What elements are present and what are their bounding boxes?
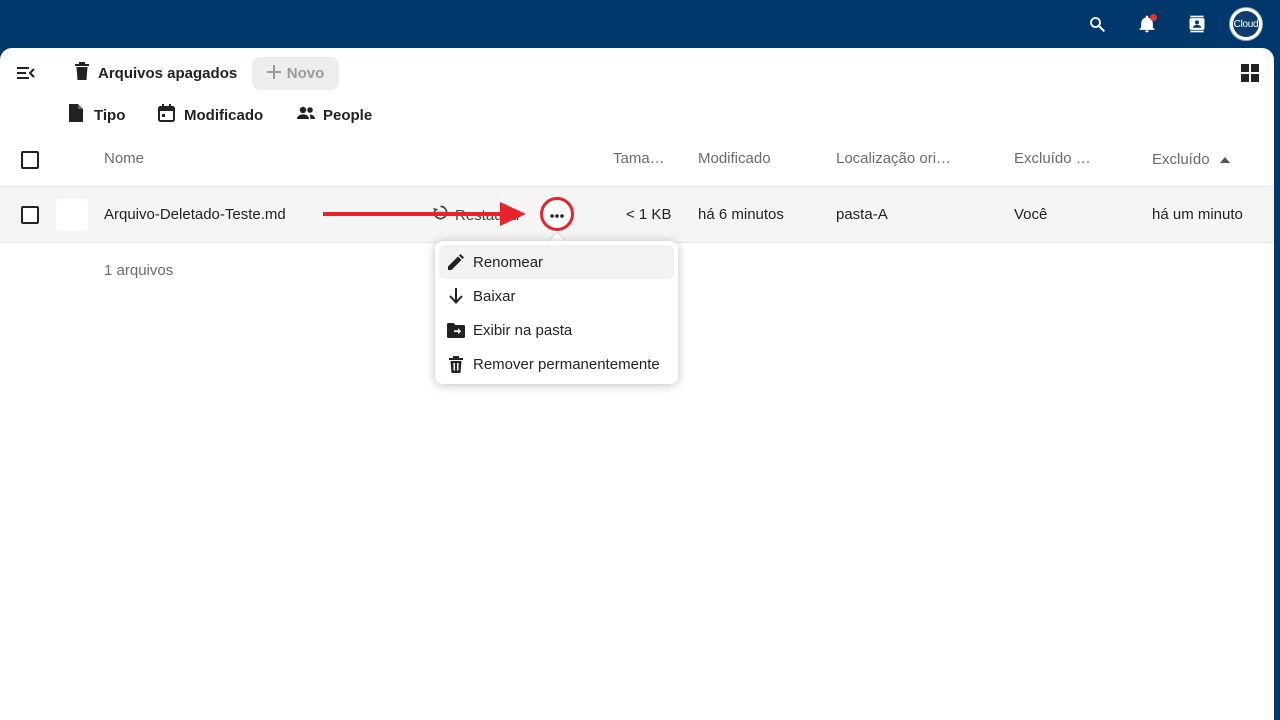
filter-people-label: People — [323, 106, 373, 124]
menu-collapse-icon[interactable] — [17, 65, 35, 86]
download-icon — [439, 288, 473, 304]
search-icon[interactable] — [1085, 12, 1109, 36]
context-menu: Renomear Baixar Exibir na pasta Remover … — [435, 241, 678, 384]
annotation-arrow-head — [500, 202, 526, 226]
menu-item-show-in-folder-label: Exibir na pasta — [473, 321, 573, 339]
menu-item-delete-permanently[interactable]: Remover permanentemente — [439, 347, 674, 381]
file-deleted: há um minuto — [1152, 206, 1243, 223]
file-deleted-by: Você — [1014, 206, 1048, 223]
main-content: Arquivos apagados Novo Tipo Modificado P… — [0, 48, 1274, 720]
folder-move-icon — [439, 322, 473, 338]
top-bar: Cloud — [0, 0, 1280, 48]
sort-ascending-icon — [1219, 150, 1230, 168]
filter-type[interactable]: Tipo — [68, 103, 126, 127]
column-header-size[interactable]: Tama… — [613, 150, 665, 167]
column-header-deleted-by[interactable]: Excluído … — [1014, 150, 1091, 167]
avatar-label: Cloud — [1233, 11, 1259, 37]
annotation-arrow — [323, 212, 503, 216]
plus-icon — [266, 64, 281, 83]
filter-type-label: Tipo — [94, 106, 126, 124]
column-header-original-location[interactable]: Localização ori… — [836, 150, 951, 167]
menu-item-download-label: Baixar — [473, 287, 516, 305]
breadcrumb-label: Arquivos apagados — [98, 64, 238, 82]
notification-badge — [1150, 14, 1157, 21]
file-thumbnail — [56, 199, 88, 231]
row-checkbox[interactable] — [21, 206, 39, 224]
menu-item-rename-label: Renomear — [473, 253, 544, 271]
file-name[interactable]: Arquivo-Deletado-Teste.md — [104, 206, 286, 223]
file-size: < 1 KB — [626, 206, 672, 223]
menu-item-rename[interactable]: Renomear — [439, 245, 674, 279]
grid-view-icon[interactable] — [1241, 64, 1260, 88]
more-actions-button[interactable] — [540, 197, 574, 231]
trash-icon — [439, 355, 473, 373]
new-button-label: Novo — [286, 65, 325, 82]
trash-icon — [74, 61, 90, 85]
filter-modified-label: Modificado — [184, 106, 264, 124]
select-all-checkbox[interactable] — [21, 151, 39, 169]
column-header-deleted-label: Excluído — [1152, 150, 1210, 168]
table-row[interactable]: Arquivo-Deletado-Teste.md Restaurar < 1 … — [0, 186, 1274, 243]
contacts-icon[interactable] — [1185, 12, 1209, 36]
file-modified: há 6 minutos — [698, 206, 784, 223]
breadcrumb[interactable]: Arquivos apagados — [74, 61, 238, 85]
menu-item-download[interactable]: Baixar — [439, 279, 674, 313]
menu-item-show-in-folder[interactable]: Exibir na pasta — [439, 313, 674, 347]
filter-modified[interactable]: Modificado — [158, 103, 264, 127]
menu-item-delete-permanently-label: Remover permanentemente — [473, 355, 660, 373]
new-button[interactable]: Novo — [252, 57, 339, 90]
people-icon — [297, 106, 315, 125]
more-horizontal-icon — [550, 205, 564, 223]
avatar[interactable]: Cloud — [1230, 8, 1262, 40]
column-header-modified[interactable]: Modificado — [698, 150, 771, 167]
file-icon — [68, 103, 84, 127]
file-original-location: pasta-A — [836, 206, 888, 223]
column-header-deleted[interactable]: Excluído — [1152, 150, 1230, 168]
bell-icon[interactable] — [1135, 12, 1159, 36]
calendar-icon — [158, 103, 175, 127]
files-summary: 1 arquivos — [104, 262, 174, 279]
pencil-icon — [439, 254, 473, 270]
column-header-name[interactable]: Nome — [104, 150, 144, 167]
filter-people[interactable]: People — [297, 104, 372, 126]
